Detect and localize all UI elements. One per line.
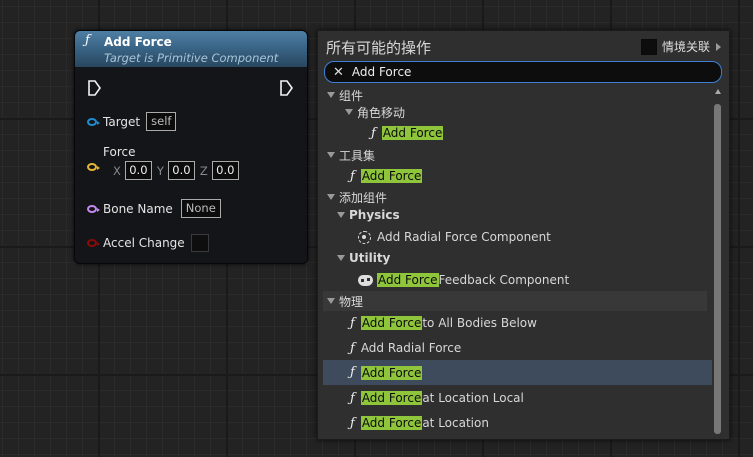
bone-name-input[interactable]: None <box>180 199 221 218</box>
action-item[interactable]: ƒ Add Radial Force <box>350 338 461 358</box>
search-match: Add Force <box>360 416 423 430</box>
function-icon: ƒ <box>350 390 355 406</box>
action-item[interactable]: ƒ Add Force to All Bodies Below <box>350 313 537 333</box>
search-text[interactable]: Add Force <box>352 65 412 79</box>
accel-change-checkbox[interactable] <box>190 234 209 252</box>
search-match: Add Force <box>360 391 423 405</box>
search-match: Add Force <box>360 316 423 330</box>
menu-title: 所有可能的操作 <box>326 39 432 57</box>
category-toolkit[interactable]: 工具集 <box>327 145 375 165</box>
exec-out-pin-icon[interactable] <box>279 80 293 96</box>
expand-arrow-icon[interactable] <box>327 92 335 98</box>
category-utility[interactable]: Utility <box>337 248 390 268</box>
action-label: Add Radial Force Component <box>377 230 551 244</box>
target-label: Target <box>103 114 141 129</box>
target-pin-row: Target self <box>87 112 177 131</box>
search-match: Add Force <box>360 169 423 183</box>
action-item[interactable]: Add Force Feedback Component <box>358 270 569 290</box>
category-label: Utility <box>349 251 391 265</box>
action-item[interactable]: ƒ Add Force <box>350 166 423 186</box>
target-value: self <box>146 112 177 131</box>
action-list: 组件 角色移动 ƒ Add Force 工具集 ƒ Add Force 添加组件… <box>323 85 712 435</box>
node-title: Add Force <box>104 35 172 49</box>
force-y-label: Y <box>156 163 164 178</box>
category-character-movement[interactable]: 角色移动 <box>345 102 405 122</box>
node-subtitle: Target is Primitive Component <box>104 51 279 65</box>
context-checkbox[interactable] <box>640 38 657 55</box>
clear-search-icon[interactable]: ✕ <box>333 65 344 80</box>
accel-change-pin-icon[interactable] <box>87 239 100 247</box>
category-label: 组件 <box>339 88 364 103</box>
function-icon: ƒ <box>350 415 355 431</box>
action-item[interactable]: Add Radial Force Component <box>358 227 551 247</box>
scrollbar-thumb[interactable] <box>714 104 721 434</box>
force-z-input[interactable]: 0.0 <box>211 161 239 180</box>
accel-change-pin-row: Accel Change <box>87 234 209 252</box>
action-label: Add Radial Force <box>360 341 462 355</box>
function-icon: ƒ <box>350 168 355 184</box>
accel-change-label: Accel Change <box>103 236 185 250</box>
expand-arrow-icon[interactable] <box>327 152 335 158</box>
expand-arrow-icon[interactable] <box>327 298 335 304</box>
category-physics-sub[interactable]: Physics <box>337 205 400 225</box>
force-z-label: Z <box>199 163 208 178</box>
function-icon: ƒ <box>350 315 355 331</box>
expand-arrow-icon[interactable] <box>327 194 335 200</box>
expand-arrow-icon[interactable] <box>345 109 353 115</box>
search-match: Add Force <box>360 365 423 380</box>
function-icon: ƒ <box>85 33 90 48</box>
add-force-node[interactable]: ƒ Add Force Target is Primitive Componen… <box>74 30 308 264</box>
function-icon: ƒ <box>371 125 376 141</box>
expand-arrow-icon[interactable] <box>337 255 345 261</box>
force-pin-icon[interactable] <box>87 162 100 171</box>
node-header[interactable]: ƒ Add Force Target is Primitive Componen… <box>75 31 307 67</box>
search-match: Add Force <box>377 273 439 287</box>
action-label: at Location Local <box>422 391 524 405</box>
bone-name-pin-icon[interactable] <box>87 204 100 213</box>
chevron-right-icon[interactable] <box>716 42 721 51</box>
category-label: 角色移动 <box>357 105 406 120</box>
category-label: 物理 <box>339 294 364 309</box>
action-item-selected[interactable]: ƒ Add Force <box>323 360 712 385</box>
expand-arrow-icon[interactable] <box>337 212 345 218</box>
function-icon: ƒ <box>350 340 355 356</box>
scroll-up-arrow-icon[interactable] <box>715 89 721 94</box>
gamepad-icon <box>358 274 373 286</box>
action-label: Feedback Component <box>438 273 570 287</box>
context-sensitive-toggle[interactable]: 情境关联 <box>640 38 721 55</box>
exec-in-pin-icon[interactable] <box>87 80 101 96</box>
action-menu: 所有可能的操作 情境关联 ✕ Add Force 组件 角色移动 ƒ Add F… <box>317 30 730 440</box>
action-item[interactable]: ƒ Add Force at Location Local <box>350 388 524 408</box>
category-label: 添加组件 <box>339 190 388 205</box>
force-y-input[interactable]: 0.0 <box>167 161 195 180</box>
force-label: Force <box>103 145 136 159</box>
bone-name-label: Bone Name <box>103 201 173 216</box>
target-pin-icon[interactable] <box>87 117 100 126</box>
search-match: Add Force <box>381 126 444 140</box>
action-label: to All Bodies Below <box>422 316 537 330</box>
category-add-component[interactable]: 添加组件 <box>327 187 387 207</box>
scrollbar[interactable] <box>714 104 721 434</box>
radial-force-icon <box>358 230 371 244</box>
action-label: at Location <box>422 416 489 430</box>
force-x-input[interactable]: 0.0 <box>124 161 152 180</box>
category-physics[interactable]: 物理 <box>323 291 707 311</box>
force-pin-row: Force X 0.0 Y 0.0 Z 0.0 <box>87 145 244 180</box>
force-x-label: X <box>113 163 121 178</box>
search-input[interactable]: ✕ Add Force <box>324 61 722 83</box>
category-label: 工具集 <box>339 148 376 163</box>
action-item[interactable]: ƒ Add Force at Location <box>350 413 489 433</box>
function-icon: ƒ <box>350 365 355 380</box>
bone-name-pin-row: Bone Name None <box>87 199 221 218</box>
context-label: 情境关联 <box>661 40 710 54</box>
category-label: Physics <box>349 208 400 222</box>
action-item[interactable]: ƒ Add Force <box>371 123 444 143</box>
